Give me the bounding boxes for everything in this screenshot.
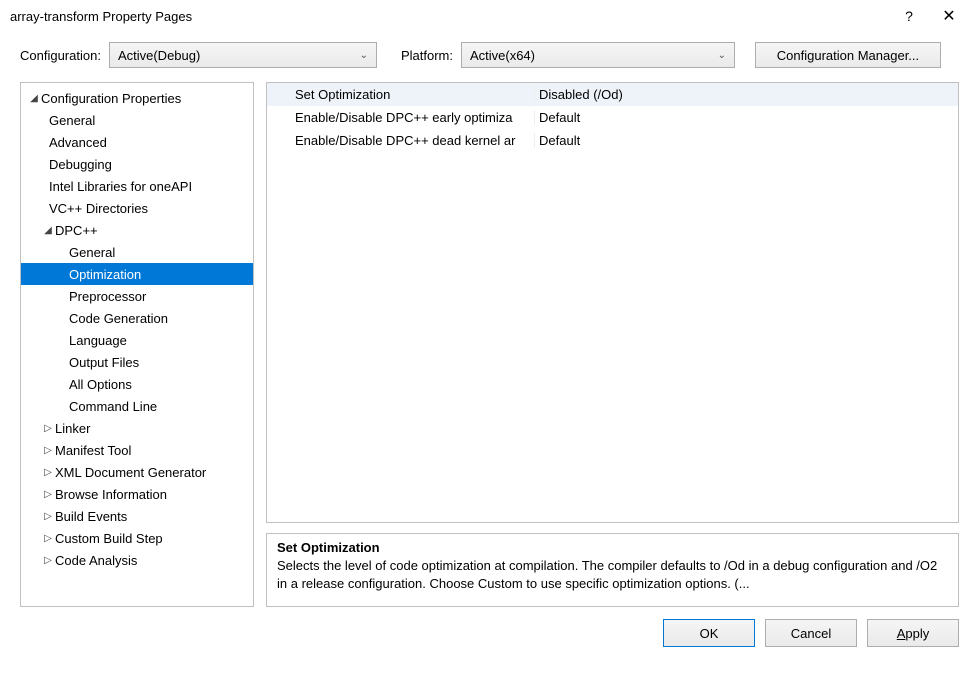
window-title: array-transform Property Pages	[10, 9, 889, 24]
expanded-icon: ◢	[27, 93, 41, 104]
tree-item[interactable]: Preprocessor	[21, 285, 253, 307]
apply-button[interactable]: Apply	[867, 619, 959, 647]
property-grid: Set OptimizationDisabled (/Od)Enable/Dis…	[266, 82, 959, 523]
description-title: Set Optimization	[277, 540, 948, 555]
tree-item[interactable]: ◢DPC++	[21, 219, 253, 241]
property-row[interactable]: Enable/Disable DPC++ early optimizaDefau…	[267, 106, 958, 129]
tree-item-label: Linker	[55, 421, 90, 436]
property-row[interactable]: Enable/Disable DPC++ dead kernel arDefau…	[267, 129, 958, 152]
property-value[interactable]: Disabled (/Od)	[535, 87, 958, 102]
tree-item[interactable]: General	[21, 241, 253, 263]
tree-item-label: All Options	[69, 377, 132, 392]
tree-item-label: Manifest Tool	[55, 443, 131, 458]
tree-item[interactable]: ▷Manifest Tool	[21, 439, 253, 461]
toolbar: Configuration: Active(Debug) ⌄ Platform:…	[0, 32, 979, 82]
collapsed-icon: ▷	[41, 445, 55, 456]
tree-item[interactable]: Intel Libraries for oneAPI	[21, 175, 253, 197]
tree-item[interactable]: ▷XML Document Generator	[21, 461, 253, 483]
chevron-down-icon: ⌄	[360, 50, 368, 61]
tree-item[interactable]: ▷Browse Information	[21, 483, 253, 505]
tree-item-label: General	[69, 245, 115, 260]
tree-item[interactable]: Command Line	[21, 395, 253, 417]
tree-item[interactable]: General	[21, 109, 253, 131]
tree-item-label: Intel Libraries for oneAPI	[49, 179, 192, 194]
tree-item-label: Browse Information	[55, 487, 167, 502]
collapsed-icon: ▷	[41, 423, 55, 434]
tree-item-label: Code Generation	[69, 311, 168, 326]
configuration-manager-button[interactable]: Configuration Manager...	[755, 42, 941, 68]
tree-item[interactable]: ▷Custom Build Step	[21, 527, 253, 549]
tree-item-label: Command Line	[69, 399, 157, 414]
tree-item[interactable]: VC++ Directories	[21, 197, 253, 219]
tree-item[interactable]: Language	[21, 329, 253, 351]
ok-button[interactable]: OK	[663, 619, 755, 647]
property-value[interactable]: Default	[535, 133, 958, 148]
property-row[interactable]: Set OptimizationDisabled (/Od)	[267, 83, 958, 106]
platform-select[interactable]: Active(x64) ⌄	[461, 42, 735, 68]
tree-item-label: XML Document Generator	[55, 465, 206, 480]
description-panel: Set Optimization Selects the level of co…	[266, 533, 959, 607]
help-icon[interactable]: ?	[889, 8, 929, 24]
tree-item-label: Debugging	[49, 157, 112, 172]
collapsed-icon: ▷	[41, 467, 55, 478]
platform-value: Active(x64)	[470, 48, 535, 63]
configuration-select[interactable]: Active(Debug) ⌄	[109, 42, 377, 68]
tree-item[interactable]: Output Files	[21, 351, 253, 373]
tree-item[interactable]: Debugging	[21, 153, 253, 175]
footer: OK Cancel Apply	[0, 607, 979, 647]
tree-item[interactable]: ▷Linker	[21, 417, 253, 439]
main-area: ◢Configuration PropertiesGeneralAdvanced…	[0, 82, 979, 607]
tree-item[interactable]: Code Generation	[21, 307, 253, 329]
tree-item-label: Configuration Properties	[41, 91, 181, 106]
tree-item-label: General	[49, 113, 95, 128]
tree-item-label: Language	[69, 333, 127, 348]
tree-item-label: Optimization	[69, 267, 141, 282]
tree-item-label: VC++ Directories	[49, 201, 148, 216]
tree-item[interactable]: All Options	[21, 373, 253, 395]
close-icon[interactable]: ✕	[929, 6, 969, 26]
property-tree: ◢Configuration PropertiesGeneralAdvanced…	[20, 82, 254, 607]
cancel-button[interactable]: Cancel	[765, 619, 857, 647]
property-label: Set Optimization	[267, 87, 535, 102]
chevron-down-icon: ⌄	[718, 50, 726, 61]
tree-root[interactable]: ◢Configuration Properties	[21, 87, 253, 109]
configuration-value: Active(Debug)	[118, 48, 200, 63]
configuration-label: Configuration:	[20, 48, 101, 63]
property-label: Enable/Disable DPC++ dead kernel ar	[267, 133, 535, 148]
right-pane: Set OptimizationDisabled (/Od)Enable/Dis…	[266, 82, 959, 607]
tree-item[interactable]: Optimization	[21, 263, 253, 285]
tree-item-label: Output Files	[69, 355, 139, 370]
tree-item-label: Build Events	[55, 509, 127, 524]
collapsed-icon: ▷	[41, 533, 55, 544]
property-label: Enable/Disable DPC++ early optimiza	[267, 110, 535, 125]
tree-item-label: Advanced	[49, 135, 107, 150]
tree-item-label: Preprocessor	[69, 289, 146, 304]
expanded-icon: ◢	[41, 225, 55, 236]
titlebar: array-transform Property Pages ? ✕	[0, 0, 979, 32]
platform-label: Platform:	[401, 48, 453, 63]
collapsed-icon: ▷	[41, 555, 55, 566]
collapsed-icon: ▷	[41, 511, 55, 522]
tree-item[interactable]: Advanced	[21, 131, 253, 153]
tree-item-label: Code Analysis	[55, 553, 137, 568]
property-value[interactable]: Default	[535, 110, 958, 125]
tree-item[interactable]: ▷Build Events	[21, 505, 253, 527]
tree-item-label: Custom Build Step	[55, 531, 163, 546]
collapsed-icon: ▷	[41, 489, 55, 500]
tree-item-label: DPC++	[55, 223, 98, 238]
description-text: Selects the level of code optimization a…	[277, 557, 948, 592]
tree-item[interactable]: ▷Code Analysis	[21, 549, 253, 571]
